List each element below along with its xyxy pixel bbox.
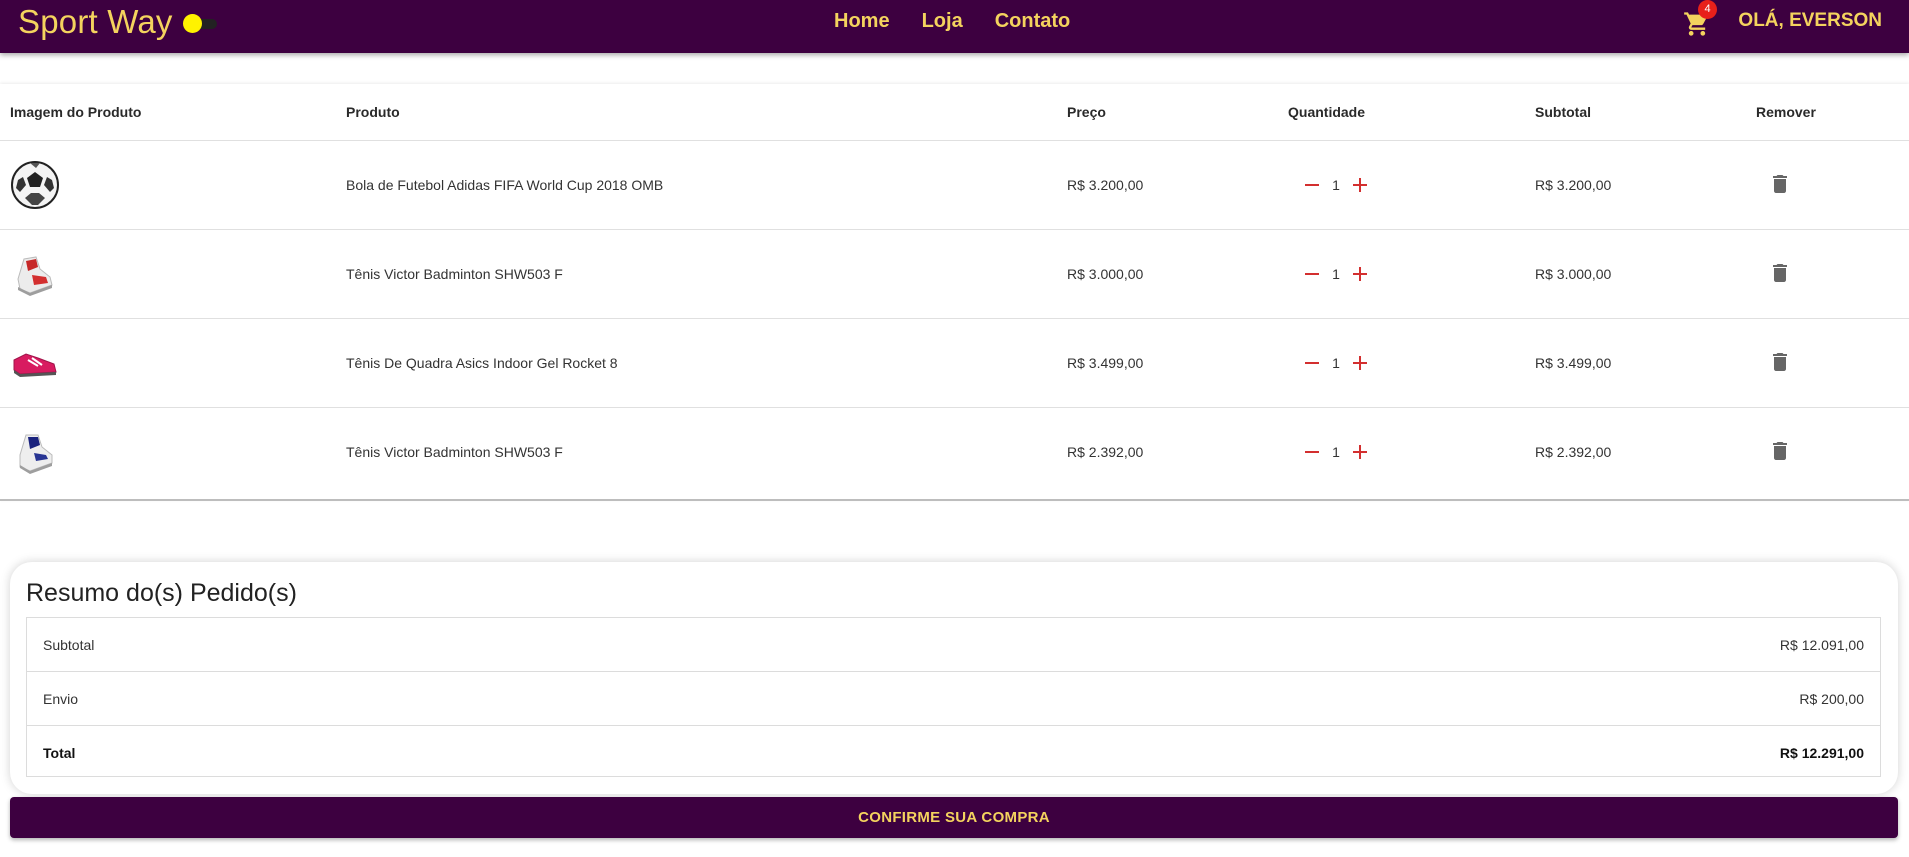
product-name: Bola de Futebol Adidas FIFA World Cup 20… — [346, 140, 1067, 230]
badminton-shoe-red-white-image — [17, 256, 53, 296]
product-subtotal: R$ 3.200,00 — [1535, 140, 1756, 230]
product-name: Tênis Victor Badminton SHW503 F — [346, 229, 1067, 319]
plus-icon[interactable] — [1348, 262, 1372, 286]
minus-icon[interactable] — [1300, 262, 1324, 286]
quantity-cell: 1 — [1288, 140, 1535, 230]
shipping-value: R$ 200,00 — [1799, 690, 1864, 707]
summary-row-shipping: Envio R$ 200,00 — [27, 672, 1880, 726]
col-header-price: Preço — [1067, 84, 1288, 141]
quantity-value: 1 — [1332, 444, 1340, 460]
table-row: Tênis Victor Badminton SHW503 F R$ 3.000… — [0, 229, 1909, 319]
quantity-cell: 1 — [1288, 318, 1535, 408]
product-name: Tênis Victor Badminton SHW503 F — [346, 444, 563, 460]
remove-cell — [1756, 140, 1909, 230]
summary-row-subtotal: Subtotal R$ 12.091,00 — [27, 618, 1880, 672]
minus-icon[interactable] — [1300, 351, 1324, 375]
nav-loja[interactable]: Loja — [922, 8, 963, 35]
nav-contato[interactable]: Contato — [995, 8, 1071, 35]
product-image-cell — [0, 229, 346, 319]
plus-icon[interactable] — [1348, 440, 1372, 464]
nav-home[interactable]: Home — [834, 8, 890, 35]
user-greeting[interactable]: OLÁ, EVERSON — [1738, 10, 1882, 32]
col-header-subtotal: Subtotal — [1535, 84, 1756, 141]
col-header-quantity: Quantidade — [1288, 84, 1535, 141]
product-subtotal: R$ 2.392,00 — [1535, 444, 1612, 460]
quantity-stepper: 1 — [1300, 440, 1535, 464]
product-subtotal: R$ 3.499,00 — [1535, 318, 1756, 408]
table-row: Tênis Victor Badminton SHW503 F R$ 2.392… — [0, 408, 1909, 497]
brand-title[interactable]: Sport Way — [18, 3, 173, 41]
product-subtotal: R$ 3.000,00 — [1535, 229, 1756, 319]
table-row: Tênis De Quadra Asics Indoor Gel Rocket … — [0, 318, 1909, 408]
summary-table: Subtotal R$ 12.091,00 Envio R$ 200,00 To… — [26, 617, 1881, 777]
total-label: Total — [43, 744, 76, 761]
order-summary-card: Resumo do(s) Pedido(s) Subtotal R$ 12.09… — [10, 562, 1898, 794]
remove-cell — [1756, 229, 1909, 319]
plus-icon[interactable] — [1348, 351, 1372, 375]
product-image-cell — [0, 318, 346, 408]
col-header-image: Imagem do Produto — [0, 84, 346, 141]
trash-icon[interactable] — [1768, 261, 1792, 285]
product-price: R$ 3.200,00 — [1067, 140, 1288, 230]
product-image-cell — [0, 140, 346, 230]
trash-icon[interactable] — [1768, 350, 1792, 374]
trash-icon[interactable] — [1768, 439, 1792, 463]
shipping-label: Envio — [43, 690, 79, 707]
quantity-value: 1 — [1332, 266, 1340, 282]
minus-icon[interactable] — [1300, 173, 1324, 197]
summary-row-total: Total R$ 12.291,00 — [27, 726, 1880, 779]
toggle-thumb[interactable] — [182, 14, 202, 33]
product-price: R$ 3.499,00 — [1067, 318, 1288, 408]
quantity-stepper: 1 — [1300, 262, 1535, 286]
remove-cell — [1756, 408, 1909, 497]
cart-table: Imagem do Produto Produto Preço Quantida… — [0, 84, 1909, 501]
plus-icon[interactable] — [1348, 173, 1372, 197]
product-price: R$ 2.392,00 — [1067, 444, 1144, 460]
subtotal-label: Subtotal — [43, 636, 95, 653]
table-row: Bola de Futebol Adidas FIFA World Cup 20… — [0, 140, 1909, 230]
product-price: R$ 3.000,00 — [1067, 229, 1288, 319]
confirm-purchase-button[interactable]: CONFIRME SUA COMPRA — [10, 797, 1898, 838]
minus-icon[interactable] — [1300, 440, 1324, 464]
main-nav: Home Loja Contato — [834, 8, 1102, 35]
product-name: Tênis De Quadra Asics Indoor Gel Rocket … — [346, 318, 1067, 408]
quantity-value: 1 — [1332, 177, 1340, 193]
quantity-stepper: 1 — [1300, 173, 1535, 197]
total-value: R$ 12.291,00 — [1779, 744, 1864, 761]
col-header-remove: Remover — [1756, 84, 1909, 141]
quantity-value: 1 — [1332, 355, 1340, 371]
quantity-cell: 1 — [1288, 408, 1535, 497]
remove-cell — [1756, 318, 1909, 408]
badminton-shoe-navy-white-image — [19, 434, 53, 474]
cart-count-badge: 4 — [1698, 0, 1717, 19]
asics-pink-shoe-image — [13, 353, 57, 377]
col-header-product: Produto — [346, 84, 1067, 141]
quantity-cell: 1 — [1288, 229, 1535, 319]
quantity-stepper: 1 — [1300, 351, 1535, 375]
product-image-cell — [0, 408, 346, 497]
app-bar: Sport Way Home Loja Contato 4 OLÁ, EVERS… — [0, 0, 1909, 53]
trash-icon[interactable] — [1768, 172, 1792, 196]
soccer-ball-image — [11, 161, 59, 209]
summary-title: Resumo do(s) Pedido(s) — [26, 579, 297, 607]
subtotal-value: R$ 12.091,00 — [1779, 636, 1864, 653]
theme-toggle[interactable] — [182, 13, 219, 33]
table-header-row: Imagem do Produto Produto Preço Quantida… — [0, 84, 1909, 141]
brand[interactable]: Sport Way — [18, 2, 219, 42]
